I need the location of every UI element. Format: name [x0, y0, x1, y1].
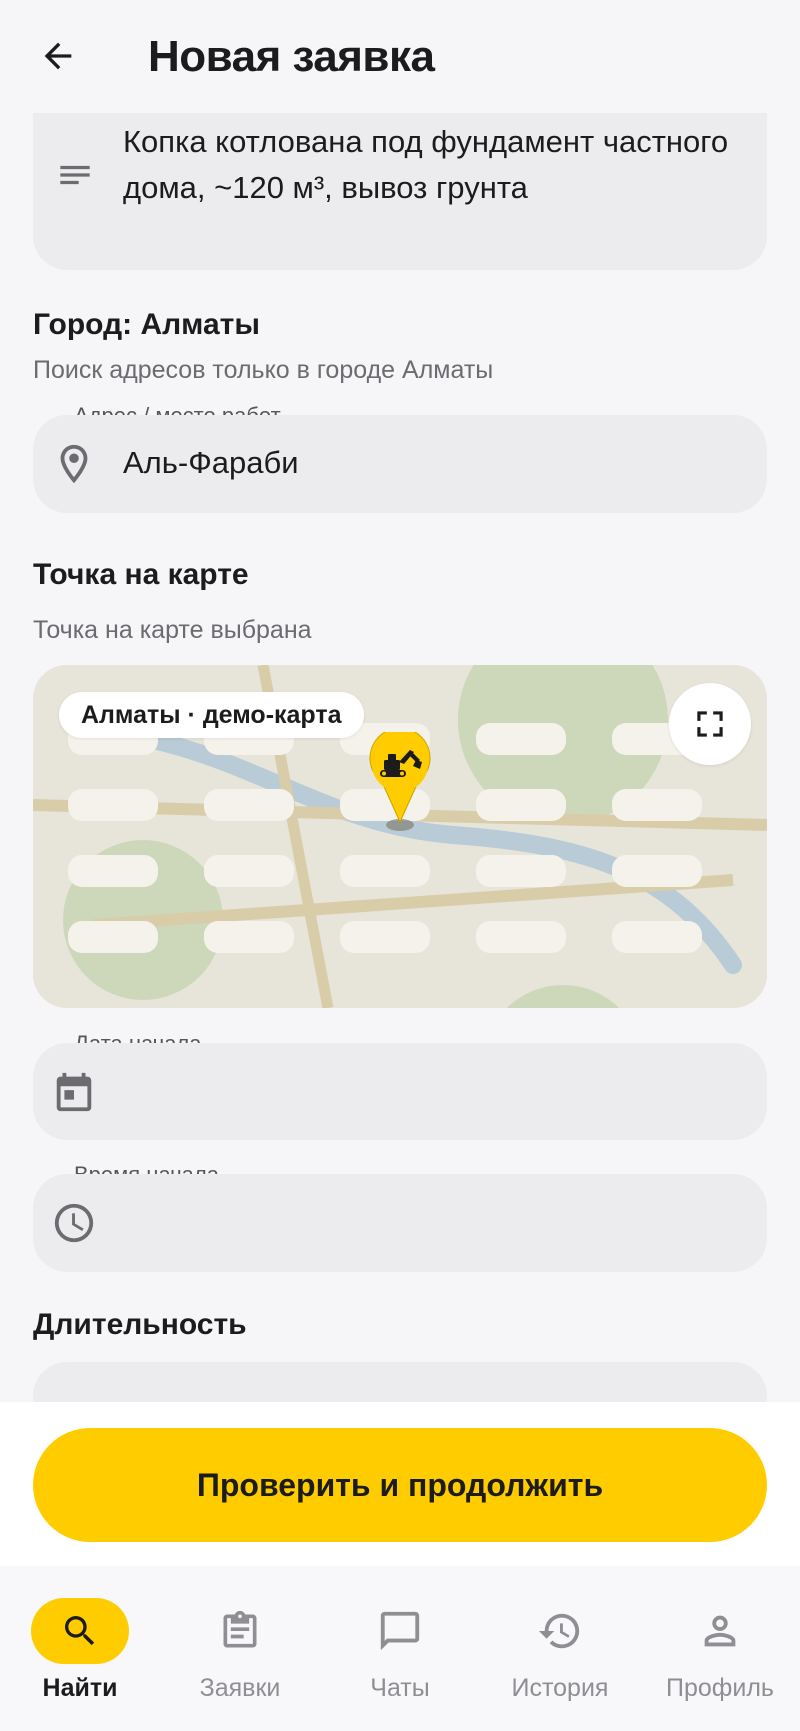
arrow-back-icon — [44, 42, 72, 70]
city-title: Город: Алматы — [33, 308, 260, 341]
nav-item-requests[interactable]: Заявки — [160, 1566, 320, 1731]
nav-label-search: Найти — [42, 1674, 118, 1702]
nav-item-chats[interactable]: Чаты — [320, 1566, 480, 1731]
address-field[interactable]: Аль-Фараби — [33, 415, 767, 513]
nav-label-profile: Профиль — [666, 1674, 774, 1702]
excavator-marker-icon[interactable] — [366, 732, 434, 832]
clipboard-icon — [223, 1610, 257, 1648]
start-date-field[interactable] — [33, 1043, 767, 1140]
notes-icon — [60, 165, 90, 185]
history-icon — [538, 1613, 580, 1649]
description-text[interactable]: Копка котлована под фундамент частного д… — [123, 119, 743, 211]
map-title: Точка на карте — [33, 558, 249, 591]
cta-area: Проверить и продолжить — [0, 1402, 800, 1566]
clock-icon — [54, 1203, 94, 1243]
fullscreen-icon — [697, 711, 723, 737]
fullscreen-button[interactable] — [669, 683, 751, 765]
start-time-field[interactable] — [33, 1174, 767, 1272]
map-status: Точка на карте выбрана — [33, 616, 312, 644]
city-hint: Поиск адресов только в городе Алматы — [33, 356, 494, 384]
search-icon — [65, 1616, 95, 1646]
nav-item-search[interactable]: Найти — [0, 1566, 160, 1731]
page-title: Новая заявка — [148, 32, 435, 81]
location-pin-icon — [60, 444, 88, 484]
person-icon — [704, 1615, 736, 1647]
map-label-chip: Алматы · демо-карта — [59, 692, 364, 738]
nav-label-chats: Чаты — [370, 1674, 430, 1702]
duration-title: Длительность — [33, 1308, 247, 1341]
calendar-icon — [56, 1072, 92, 1112]
nav-label-requests: Заявки — [199, 1674, 281, 1702]
address-value[interactable]: Аль-Фараби — [123, 445, 299, 481]
map-view[interactable]: Алматы · демо-карта — [33, 665, 767, 1008]
check-and-continue-button[interactable]: Проверить и продолжить — [33, 1428, 767, 1542]
chat-icon — [380, 1611, 420, 1651]
nav-label-history: История — [511, 1674, 609, 1702]
back-button[interactable] — [32, 30, 84, 82]
bottom-navigation: Найти Заявки Чаты История Профиль — [0, 1566, 800, 1731]
nav-item-profile[interactable]: Профиль — [640, 1566, 800, 1731]
description-field[interactable]: Копка котлована под фундамент частного д… — [33, 113, 767, 270]
nav-item-history[interactable]: История — [480, 1566, 640, 1731]
app-header: Новая заявка — [0, 0, 800, 115]
